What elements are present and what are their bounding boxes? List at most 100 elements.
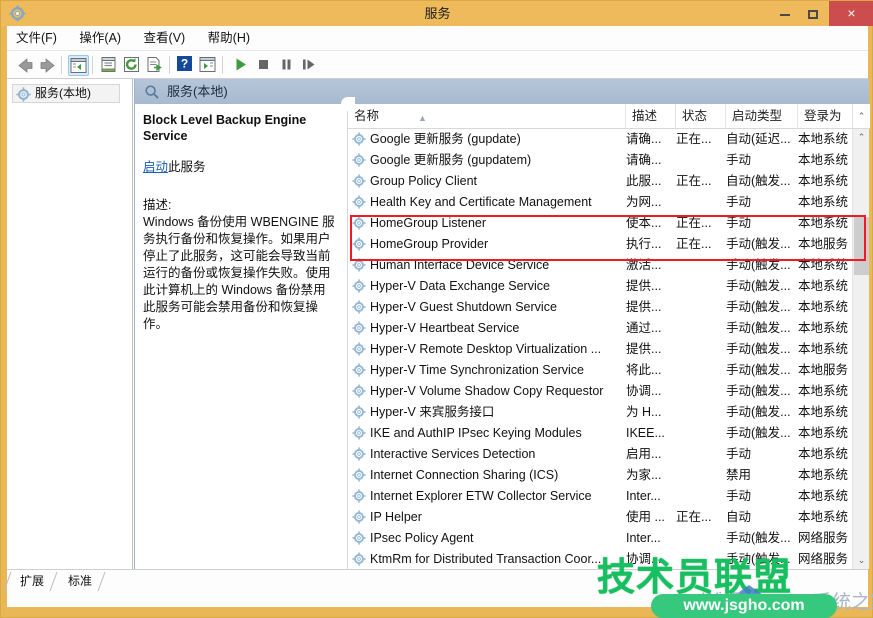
- table-row[interactable]: Google 更新服务 (gupdate) 请确... 正在... 自动(延迟... 本…: [348, 129, 853, 150]
- cell-log-on-as: 本地系统: [798, 342, 849, 356]
- table-row[interactable]: Health Key and Certificate Management 为网.…: [348, 192, 853, 213]
- view-tab-strip: 扩展 标准: [3, 569, 868, 591]
- close-button[interactable]: ×: [829, 1, 873, 26]
- cell-description: 提供...: [626, 279, 662, 293]
- start-service-icon[interactable]: [231, 55, 252, 76]
- table-row[interactable]: Hyper-V Remote Desktop Virtualization ..…: [348, 339, 853, 360]
- tab-standard[interactable]: 标准: [59, 572, 101, 591]
- selected-service-name: Block Level Backup Engine Service: [143, 113, 307, 143]
- status-bar: [7, 591, 868, 607]
- cell-name: Hyper-V Data Exchange Service: [370, 279, 550, 293]
- back-icon[interactable]: [15, 55, 36, 76]
- forward-icon[interactable]: [37, 55, 58, 76]
- cell-status: 正在...: [676, 174, 712, 188]
- cell-description: 通过...: [626, 321, 662, 335]
- cell-status: 正在...: [676, 216, 712, 230]
- table-row[interactable]: Internet Explorer ETW Collector Service I…: [348, 486, 853, 507]
- properties-icon[interactable]: [99, 55, 120, 76]
- chevron-up-icon[interactable]: ⌃: [853, 104, 870, 128]
- table-row[interactable]: Hyper-V Time Synchronization Service 将此..…: [348, 360, 853, 381]
- cell-description: 激活...: [626, 258, 662, 272]
- table-row[interactable]: Group Policy Client 此服... 正在... 自动(触发... 本地系…: [348, 171, 853, 192]
- column-header-status[interactable]: 状态: [676, 104, 726, 128]
- menu-action[interactable]: 操作(A): [70, 26, 130, 51]
- table-row[interactable]: Hyper-V 来宾服务接口 为 H... 手动(触发... 本地系统: [348, 402, 853, 423]
- cell-name: Google 更新服务 (gupdate): [370, 132, 521, 146]
- cell-name: Interactive Services Detection: [370, 447, 536, 461]
- start-service-link[interactable]: 启动: [143, 160, 168, 174]
- restart-service-icon[interactable]: [299, 55, 320, 76]
- cell-log-on-as: 网络服务: [798, 531, 849, 545]
- cell-status: 正在...: [676, 132, 712, 146]
- table-row[interactable]: Internet Connection Sharing (ICS) 为家... 禁用…: [348, 465, 853, 486]
- table-row[interactable]: IP Helper 使用 ... 正在... 自动 本地系统: [348, 507, 853, 528]
- table-row[interactable]: Google 更新服务 (gupdatem) 请确... 手动 本地系统: [348, 150, 853, 171]
- table-row[interactable]: IPsec Policy Agent Inter... 手动(触发... 网络服务: [348, 528, 853, 549]
- cell-startup-type: 手动(触发...: [726, 384, 791, 398]
- cell-status: [676, 297, 726, 318]
- menu-view[interactable]: 查看(V): [135, 26, 195, 51]
- cell-log-on-as: 本地系统: [798, 426, 849, 440]
- description-text: Windows 备份使用 WBENGINE 服务执行备份和恢复操作。如果用户停止…: [143, 215, 335, 331]
- show-action-pane-icon[interactable]: [198, 55, 219, 76]
- table-row[interactable]: KtmRm for Distributed Transaction Coor..…: [348, 549, 853, 569]
- table-row[interactable]: Human Interface Device Service 激活... 手动(触发…: [348, 255, 853, 276]
- cell-log-on-as: 本地系统: [798, 468, 849, 482]
- menu-help[interactable]: 帮助(H): [199, 26, 259, 51]
- cell-log-on-as: 本地系统: [798, 405, 849, 419]
- scroll-down-arrow-icon[interactable]: ⌄: [853, 552, 870, 569]
- cell-status: [676, 255, 726, 276]
- tab-extended[interactable]: 扩展: [11, 572, 53, 591]
- help-icon[interactable]: ?: [176, 55, 197, 76]
- show-hide-console-tree-icon[interactable]: [68, 55, 89, 76]
- table-row[interactable]: Hyper-V Data Exchange Service 提供... 手动(触发.…: [348, 276, 853, 297]
- column-header-log-on-as[interactable]: 登录为: [798, 104, 853, 128]
- cell-name: Hyper-V Guest Shutdown Service: [370, 300, 557, 314]
- table-row[interactable]: Hyper-V Heartbeat Service 通过... 手动(触发... 本地…: [348, 318, 853, 339]
- cell-description: 此服...: [626, 174, 662, 188]
- cell-startup-type: 手动(触发...: [726, 300, 791, 314]
- scrollbar-thumb[interactable]: [854, 217, 869, 275]
- cell-startup-type: 手动(触发...: [726, 321, 791, 335]
- cell-startup-type: 手动(触发...: [726, 531, 791, 545]
- export-list-icon[interactable]: [145, 55, 166, 76]
- cell-log-on-as: 本地系统: [798, 510, 849, 524]
- toolbar: ?: [7, 51, 868, 79]
- cell-name: Group Policy Client: [370, 174, 477, 188]
- toolbar-separator: [92, 56, 93, 74]
- tree-node-services-local[interactable]: 服务(本地): [12, 84, 120, 103]
- cell-log-on-as: 网络服务: [798, 552, 849, 566]
- column-header-description[interactable]: 描述: [626, 104, 676, 128]
- table-row[interactable]: HomeGroup Listener 使本... 正在... 手动 本地系统: [348, 213, 853, 234]
- cell-name: Hyper-V Heartbeat Service: [370, 321, 520, 335]
- table-row[interactable]: Interactive Services Detection 启用... 手动 本地系…: [348, 444, 853, 465]
- table-row[interactable]: HomeGroup Provider 执行... 正在... 手动(触发... 本地服务: [348, 234, 853, 255]
- cell-name: Google 更新服务 (gupdatem): [370, 153, 532, 167]
- cell-startup-type: 手动: [726, 489, 752, 503]
- cell-log-on-as: 本地系统: [798, 300, 849, 314]
- column-header-name[interactable]: 名称 ▲: [348, 104, 626, 128]
- list-vertical-scrollbar[interactable]: ⌃ ⌄: [852, 129, 869, 569]
- pause-service-icon[interactable]: [277, 55, 298, 76]
- cell-startup-type: 手动: [726, 447, 752, 461]
- cell-description: 协调...: [626, 552, 662, 566]
- cell-status: [676, 318, 726, 339]
- cell-description: 为 H...: [626, 405, 662, 419]
- cell-name: IPsec Policy Agent: [370, 531, 474, 545]
- cell-log-on-as: 本地系统: [798, 174, 849, 188]
- maximize-button[interactable]: [796, 1, 829, 26]
- cell-startup-type: 手动(触发...: [726, 552, 791, 566]
- refresh-icon[interactable]: [122, 55, 143, 76]
- cell-status: [676, 528, 726, 549]
- stop-service-icon[interactable]: [254, 55, 275, 76]
- scroll-up-arrow-icon[interactable]: ⌃: [853, 129, 870, 146]
- table-row[interactable]: IKE and AuthIP IPsec Keying Modules IKEE.…: [348, 423, 853, 444]
- cell-status: [676, 276, 726, 297]
- table-row[interactable]: Hyper-V Guest Shutdown Service 提供... 手动(触发…: [348, 297, 853, 318]
- cell-description: 协调...: [626, 384, 662, 398]
- cell-log-on-as: 本地系统: [798, 195, 849, 209]
- service-action-line: 启动此服务: [143, 156, 338, 175]
- column-header-startup-type[interactable]: 启动类型: [726, 104, 798, 128]
- menu-file[interactable]: 文件(F): [7, 26, 66, 51]
- table-row[interactable]: Hyper-V Volume Shadow Copy Requestor 协调..…: [348, 381, 853, 402]
